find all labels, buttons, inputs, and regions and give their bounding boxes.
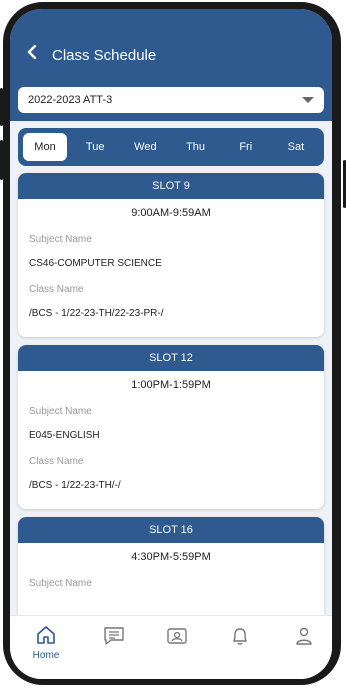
subject-label: Subject Name: [29, 406, 92, 417]
app-header: Class Schedule: [10, 9, 332, 85]
back-arrow-icon[interactable]: [26, 44, 38, 64]
tab-wed[interactable]: Wed: [123, 133, 167, 161]
subject-label: Subject Name: [29, 234, 92, 245]
message-icon: [104, 627, 124, 645]
slot-time: 1:00PM-1:59PM: [131, 379, 211, 391]
page-title: Class Schedule: [52, 47, 157, 64]
slot-card[interactable]: SLOT 9 9:00AM-9:59AM Subject Name CS46-C…: [18, 173, 324, 337]
class-value: /BCS - 1/22-23-TH/-/: [29, 480, 121, 491]
user-icon: [296, 627, 312, 645]
slot-title: SLOT 12: [18, 345, 324, 371]
slot-card[interactable]: SLOT 12 1:00PM-1:59PM Subject Name E045-…: [18, 345, 324, 509]
subject-value: CS46-COMPUTER SCIENCE: [29, 258, 162, 269]
home-icon: [37, 626, 55, 644]
tab-thu[interactable]: Thu: [174, 133, 218, 161]
chevron-down-icon: [302, 97, 314, 103]
phone-side-button: [0, 88, 3, 126]
subject-value: E045-ENGLISH: [29, 430, 100, 441]
schedule-content: Mon Tue Wed Thu Fri Sat SLOT 9 9:00AM-9:…: [10, 121, 332, 626]
subject-label: Subject Name: [29, 578, 92, 589]
phone-side-button: [0, 140, 3, 180]
day-tabs: Mon Tue Wed Thu Fri Sat: [18, 128, 324, 166]
nav-messages[interactable]: [94, 626, 134, 651]
slot-card[interactable]: SLOT 16 4:30PM-5:59PM Subject Name: [18, 517, 324, 626]
nav-home[interactable]: Home: [26, 626, 66, 661]
tab-fri[interactable]: Fri: [224, 133, 268, 161]
slot-title: SLOT 9: [18, 173, 324, 199]
app-screen: Class Schedule 2022-2023 ATT-3 Mon Tue W…: [10, 9, 332, 679]
id-card-icon: [167, 628, 187, 644]
nav-profile-card[interactable]: [157, 626, 197, 651]
tab-mon[interactable]: Mon: [23, 133, 67, 161]
class-label: Class Name: [29, 284, 84, 295]
slot-time: 9:00AM-9:59AM: [131, 207, 211, 219]
term-select[interactable]: 2022-2023 ATT-3: [18, 87, 324, 113]
class-label: Class Name: [29, 456, 84, 467]
bottom-nav: Home: [10, 615, 332, 679]
bell-icon: [233, 628, 247, 645]
nav-home-label: Home: [32, 650, 60, 661]
slot-title: SLOT 16: [18, 517, 324, 543]
nav-account[interactable]: [284, 626, 324, 651]
class-value: /BCS - 1/22-23-TH/22-23-PR-/: [29, 308, 164, 319]
tab-sat[interactable]: Sat: [274, 133, 318, 161]
nav-notifications[interactable]: [220, 626, 260, 651]
slot-time: 4:30PM-5:59PM: [131, 551, 211, 563]
tab-tue[interactable]: Tue: [73, 133, 117, 161]
term-select-value: 2022-2023 ATT-3: [28, 94, 113, 106]
